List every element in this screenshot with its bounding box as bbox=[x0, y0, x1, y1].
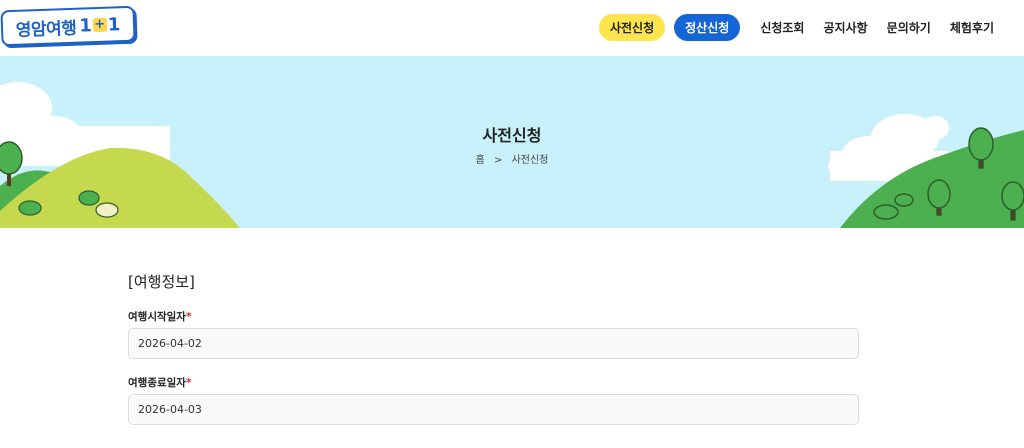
travel-end-date-input[interactable]: 2026-04-03 bbox=[128, 394, 859, 425]
breadcrumb-separator: > bbox=[494, 155, 503, 166]
required-mark: * bbox=[185, 377, 192, 389]
page-title: 사전신청 bbox=[482, 126, 542, 145]
nav-link-inquiry-status[interactable]: 신청조회 bbox=[760, 19, 804, 36]
site-header: 영암여행 1 + 1 사전신청 정산신청 신청조회 공지사항 문의하기 체험후기 bbox=[0, 0, 1024, 56]
logo-number-left: 1 bbox=[78, 14, 93, 37]
travel-end-date-label-text: 여행종료일자 bbox=[128, 377, 186, 389]
section-title-travel-info: [여행정보] bbox=[128, 273, 195, 291]
travel-end-date-value: 2026-04-03 bbox=[138, 403, 202, 416]
travel-start-date-input[interactable]: 2026-04-02 bbox=[128, 328, 859, 359]
nav-link-notices[interactable]: 공지사항 bbox=[823, 19, 867, 36]
logo-number-right: 1 bbox=[107, 13, 121, 36]
breadcrumb-home[interactable]: 홈 bbox=[476, 155, 485, 166]
nav-link-reviews[interactable]: 체험후기 bbox=[950, 19, 994, 36]
nav-pre-apply-button[interactable]: 사전신청 bbox=[598, 13, 666, 41]
nav-settlement-button[interactable]: 정산신청 bbox=[674, 13, 741, 41]
nav-link-contact[interactable]: 문의하기 bbox=[887, 19, 931, 36]
breadcrumb: 홈 > 사전신청 bbox=[0, 151, 1024, 166]
travel-start-date-label: 여행시작일자* bbox=[128, 309, 191, 324]
logo-plus: + bbox=[92, 16, 108, 33]
travel-end-date-label: 여행종료일자* bbox=[128, 375, 191, 390]
breadcrumb-current: 사전신청 bbox=[511, 155, 549, 166]
required-mark: * bbox=[185, 311, 192, 323]
logo-text: 영암여행 bbox=[15, 18, 77, 41]
travel-start-date-label-text: 여행시작일자 bbox=[128, 311, 186, 323]
hero-banner: 사전신청 홈 > 사전신청 bbox=[0, 56, 1024, 228]
main-nav: 사전신청 정산신청 신청조회 공지사항 문의하기 체험후기 bbox=[598, 13, 994, 41]
travel-start-date-value: 2026-04-02 bbox=[138, 337, 202, 350]
site-logo[interactable]: 영암여행 1 + 1 bbox=[0, 5, 136, 47]
